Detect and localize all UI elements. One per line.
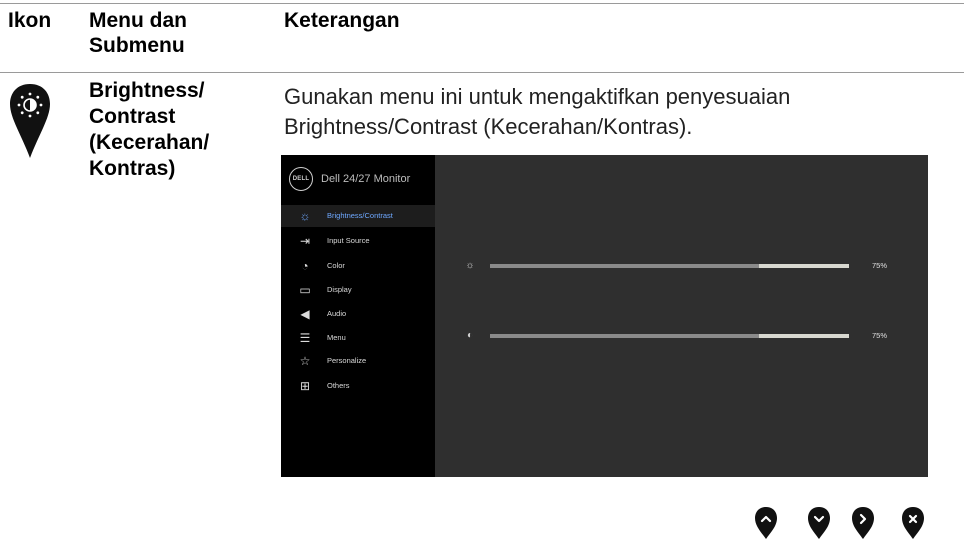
dell-logo: DELL (289, 167, 313, 191)
close-icon[interactable] (902, 506, 924, 540)
osd-item-label: Personalize (327, 356, 367, 365)
sun-icon: ☼ (465, 260, 475, 271)
brightness-slider[interactable]: ☼ 75% (435, 260, 928, 274)
submenu-label: Brightness/ Contrast (Kecerahan/ Kontras… (89, 79, 210, 180)
osd-sidebar: DELL Dell 24/27 Monitor ☼ Brightness/Con… (281, 155, 435, 477)
osd-item-audio[interactable]: ◀ Audio (281, 303, 435, 325)
contrast-icon: ◐ (466, 330, 474, 341)
header-description-column: Keterangan (284, 9, 400, 32)
slider-value: 75% (872, 331, 888, 340)
others-icon: ⊞ (299, 379, 311, 393)
chevron-down-icon[interactable] (808, 506, 830, 540)
input-source-icon: ⇥ (299, 234, 311, 248)
osd-item-color[interactable]: ◔ Color (281, 255, 435, 277)
osd-item-brightness-contrast[interactable]: ☼ Brightness/Contrast (281, 205, 435, 227)
star-icon: ☆ (299, 354, 311, 368)
osd-item-display[interactable]: ▭ Display (281, 279, 435, 301)
osd-item-label: Brightness/Contrast (327, 211, 393, 220)
osd-item-input-source[interactable]: ⇥ Input Source (281, 230, 435, 252)
slider-fill (490, 264, 760, 268)
header-rule (0, 72, 964, 73)
osd-header: DELL Dell 24/27 Monitor (281, 155, 435, 203)
slider-track[interactable] (490, 264, 849, 268)
osd-item-label: Input Source (327, 236, 370, 245)
brightness-icon: ☼ (299, 209, 311, 223)
osd-item-label: Others (327, 381, 350, 390)
menu-icon: ☰ (299, 331, 311, 345)
osd-item-menu[interactable]: ☰ Menu (281, 327, 435, 349)
osd-item-label: Audio (327, 309, 347, 318)
chevron-right-icon[interactable] (852, 506, 874, 540)
osd-item-label: Color (327, 261, 345, 270)
osd-item-others[interactable]: ⊞ Others (281, 375, 435, 397)
row-description: Gunakan menu ini untuk mengaktifkan peny… (284, 84, 791, 139)
osd-item-label: Menu (327, 333, 346, 342)
speaker-icon: ◀ (300, 307, 310, 321)
chevron-up-icon[interactable] (755, 506, 777, 540)
contrast-slider[interactable]: ◐ 75% (435, 330, 928, 344)
header-icon-column: Ikon (8, 9, 52, 32)
header-menu-column: Menu dan Submenu (89, 9, 187, 57)
osd-title: Dell 24/27 Monitor (321, 173, 411, 185)
brightness-contrast-pin-icon (10, 84, 50, 158)
display-icon: ▭ (299, 283, 311, 297)
slider-value: 75% (872, 261, 888, 270)
slider-track[interactable] (490, 334, 849, 338)
color-palette-icon: ◔ (301, 259, 309, 273)
slider-fill (490, 334, 760, 338)
osd-item-label: Display (327, 285, 352, 294)
osd-item-personalize[interactable]: ☆ Personalize (281, 350, 435, 372)
top-rule (0, 3, 964, 4)
osd-panel: DELL Dell 24/27 Monitor ☼ Brightness/Con… (281, 155, 928, 477)
